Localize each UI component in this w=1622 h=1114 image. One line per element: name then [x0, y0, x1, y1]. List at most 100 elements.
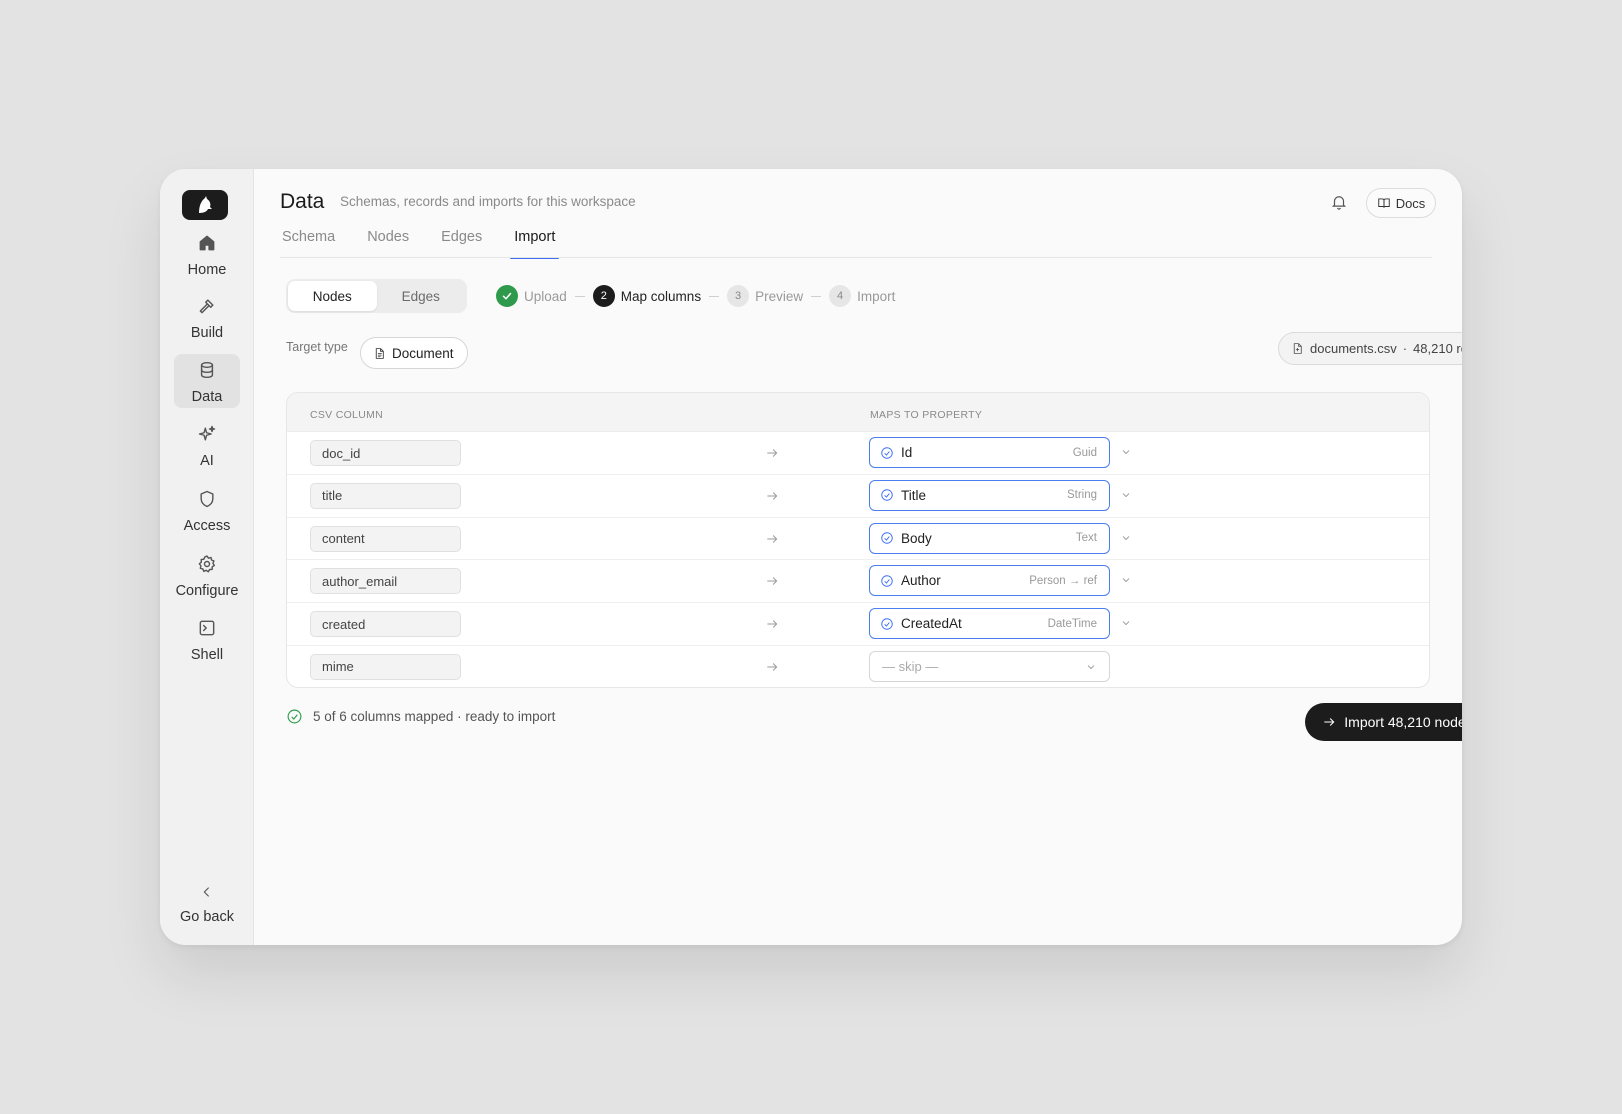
check-circle-icon: [287, 709, 302, 724]
arrow-right-icon: [765, 532, 779, 546]
property-select[interactable]: Title String: [869, 479, 1110, 511]
target-type-value: Document: [392, 345, 454, 361]
table-header: CSV COLUMN MAPS TO PROPERTY: [287, 393, 1429, 432]
sidebar-item-build[interactable]: Build: [174, 290, 240, 346]
sidebar-item-ai[interactable]: AI: [174, 418, 240, 474]
chevron-down-icon[interactable]: [1120, 531, 1134, 545]
docs-button[interactable]: Docs: [1366, 188, 1436, 218]
sidebar-item-shell[interactable]: Shell: [174, 612, 240, 668]
sidebar-item-label: Access: [183, 518, 231, 534]
step-done-badge: [496, 285, 518, 307]
tab-bar: Schema Nodes Edges Import: [280, 227, 585, 259]
tab-edges[interactable]: Edges: [439, 227, 484, 257]
app-logo[interactable]: [182, 190, 228, 220]
sidebar-item-label: Home: [187, 262, 227, 278]
header-csv-column: CSV COLUMN: [310, 409, 384, 421]
tab-import[interactable]: Import: [510, 227, 560, 259]
arrow-right-icon: [1324, 718, 1335, 726]
property-select[interactable]: Body Text: [869, 522, 1110, 554]
header-maps-to: MAPS TO PROPERTY: [870, 409, 983, 421]
chevron-left-icon: [203, 887, 209, 897]
csv-column-chip: mime: [310, 653, 461, 680]
csv-column-chip: title: [310, 482, 461, 509]
step-number: 4: [829, 285, 852, 307]
file-badge: documents.csv · 48,210 rows: [1278, 332, 1462, 365]
property-name: Id: [901, 445, 913, 460]
chevron-down-icon[interactable]: [1120, 573, 1134, 587]
page-title: Data: [280, 190, 325, 213]
file-icon: [1293, 343, 1302, 354]
arrow-right-icon: [765, 617, 779, 631]
check-circle-icon: [880, 617, 894, 631]
file-separator: ·: [1402, 341, 1408, 356]
sidebar-item-access[interactable]: Access: [174, 483, 240, 539]
csv-column-chip: author_email: [310, 568, 461, 595]
step-preview[interactable]: 3 Preview: [727, 285, 803, 307]
target-type-label: Target type: [286, 340, 348, 354]
sidebar-item-label: Configure: [175, 583, 239, 599]
step-number: 2: [592, 285, 615, 307]
sidebar-item-configure[interactable]: Configure: [170, 548, 244, 604]
mapping-status: 5 of 6 columns mapped · ready to import: [286, 708, 555, 725]
property-type: Guid: [1072, 446, 1097, 459]
chevron-down-icon[interactable]: [1120, 616, 1134, 630]
chevron-down-icon: [1085, 661, 1097, 673]
sidebar-item-home[interactable]: Home: [174, 227, 240, 283]
import-kind-toggle: Nodes Edges: [286, 279, 467, 313]
tab-nodes[interactable]: Nodes: [365, 227, 411, 257]
check-circle-icon: [880, 446, 894, 460]
property-name: CreatedAt: [901, 616, 962, 632]
tabs-divider: [280, 257, 1432, 258]
sidebar-item-label: Build: [190, 325, 224, 341]
terminal-icon: [199, 620, 215, 636]
skip-label: — skip —: [882, 658, 939, 674]
bell-icon: [1331, 196, 1347, 210]
step-label: Upload: [524, 288, 567, 304]
check-circle-icon: [880, 531, 894, 545]
book-icon: [1377, 198, 1390, 208]
sidebar-item-data[interactable]: Data: [174, 354, 240, 408]
main-content: Data Schemas, records and imports for th…: [254, 169, 1462, 945]
go-back-button[interactable]: Go back: [170, 878, 244, 934]
chevron-down-icon[interactable]: [1120, 488, 1134, 502]
skip-select[interactable]: — skip —: [869, 650, 1110, 682]
notifications-button[interactable]: [1330, 193, 1352, 215]
tab-schema[interactable]: Schema: [280, 227, 337, 257]
step-label: Map columns: [620, 288, 702, 304]
sidebar-item-label: Shell: [190, 647, 224, 663]
csv-column-chip: created: [310, 611, 461, 638]
hammer-icon: [199, 299, 214, 314]
sidebar-item-label: AI: [200, 453, 214, 469]
step-import[interactable]: 4 Import: [829, 285, 895, 307]
property-name: Author: [901, 573, 941, 589]
step-separator: [811, 295, 822, 297]
arrow-right-icon: [765, 660, 779, 674]
step-upload[interactable]: Upload: [496, 285, 567, 307]
segment-nodes[interactable]: Nodes: [288, 281, 377, 311]
chevron-down-icon[interactable]: [1120, 445, 1134, 459]
property-type: Text: [1075, 532, 1097, 545]
csv-column-chip: content: [310, 525, 461, 552]
property-select[interactable]: Author Person → ref: [869, 565, 1110, 597]
home-icon: [199, 235, 215, 251]
property-name: Title: [901, 487, 927, 503]
table-row: title Title String: [287, 475, 1429, 518]
table-row: author_email Author Person → ref: [287, 560, 1429, 604]
page-subtitle: Schemas, records and imports for this wo…: [340, 194, 636, 209]
step-label: Preview: [755, 288, 804, 304]
property-select[interactable]: Id Guid: [869, 437, 1110, 468]
property-name: Body: [901, 530, 932, 546]
segment-edges[interactable]: Edges: [377, 281, 466, 311]
import-button-label: Import 48,210 nodes: [1344, 714, 1462, 730]
document-icon: [375, 347, 384, 359]
property-select[interactable]: CreatedAt DateTime: [869, 608, 1110, 640]
mapping-status-text: 5 of 6 columns mapped · ready to import: [313, 709, 556, 724]
database-icon: [200, 361, 214, 379]
target-type-select[interactable]: Document: [360, 337, 468, 369]
step-map-columns[interactable]: 2 Map columns: [592, 285, 702, 307]
import-button[interactable]: Import 48,210 nodes: [1305, 703, 1462, 741]
table-row: content Body Text: [287, 518, 1429, 561]
arrow-right-icon: [765, 489, 779, 503]
arrow-right-icon: [765, 446, 779, 460]
shield-icon: [200, 490, 214, 508]
